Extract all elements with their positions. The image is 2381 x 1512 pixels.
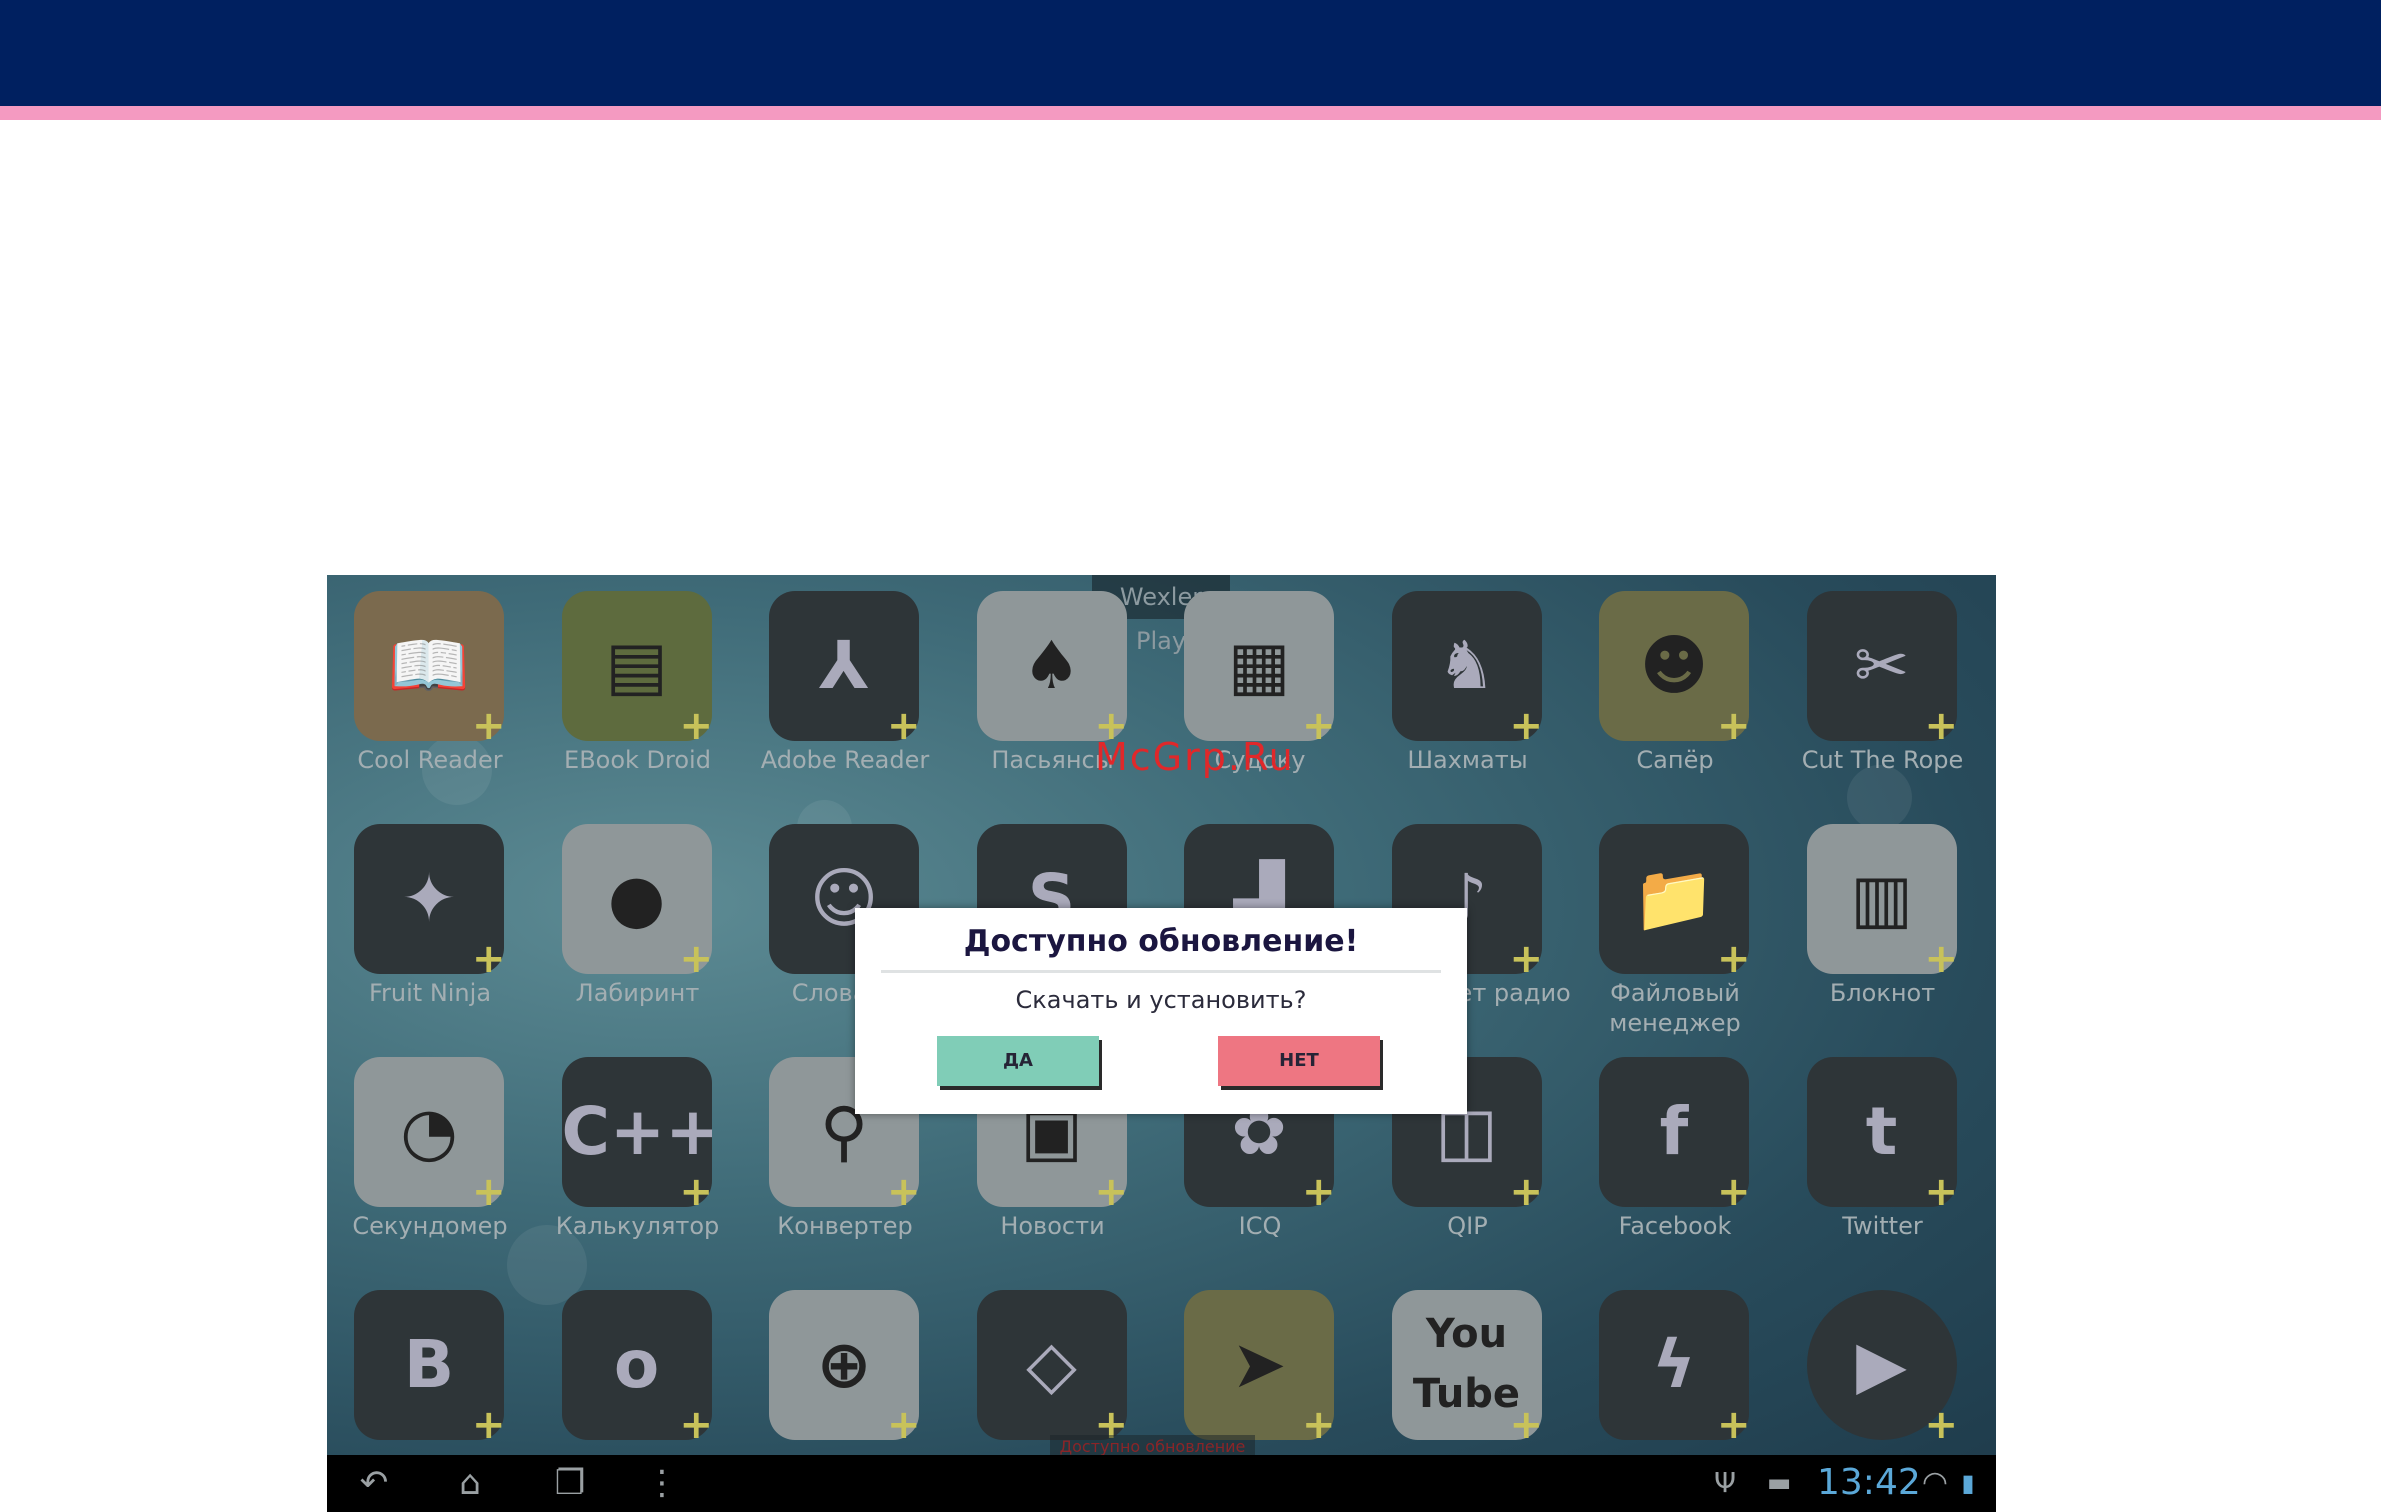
update-dialog: Доступно обновление! Скачать и установит… [855, 908, 1467, 1114]
add-shortcut-icon: + [1509, 703, 1544, 749]
add-shortcut-icon: + [1717, 936, 1751, 982]
add-shortcut-icon: + [1717, 1402, 1751, 1448]
watermark: McGrp.Ru [1095, 735, 1295, 779]
add-shortcut-icon: + [1302, 1169, 1336, 1215]
add-shortcut-icon: + [1509, 1169, 1544, 1215]
app-ebook[interactable]: ▤ + EBook Droid [510, 575, 714, 774]
tablet-screen: Wexler Play 📖 + Cool Reader ▤ + EBook Droid ⅄ +… [327, 575, 1996, 1512]
app-browser[interactable]: ⊕ + [717, 1266, 921, 1456]
dialog-title: Доступно обновление! [963, 924, 1359, 959]
app-notepad[interactable]: ▥ + Блокнот [1755, 800, 1959, 1007]
add-shortcut-icon: + [1094, 1169, 1129, 1215]
app-chess[interactable]: ♞ + Шахматы [1340, 575, 1544, 774]
add-shortcut-icon: + [1717, 1169, 1751, 1215]
app-maps[interactable]: ◇ + [925, 1266, 1128, 1456]
menu-icon[interactable]: ⋮ [645, 1463, 679, 1503]
app-adobe-reader[interactable]: ⅄ + Adobe Reader [717, 575, 929, 774]
app-facebook[interactable]: f + Facebook [1547, 1033, 1751, 1240]
app-winamp[interactable]: ϟ + [1547, 1266, 1751, 1456]
app-book[interactable]: 📖 + Cool Reader [327, 575, 506, 774]
app-vkontakte[interactable]: B + [327, 1266, 506, 1456]
wifi-icon: ◠ [1921, 1465, 1949, 1500]
header-accent-stripe [0, 106, 2381, 120]
app-sudoku[interactable]: ▦ + Судоку [1132, 575, 1336, 774]
header-band [0, 0, 2381, 106]
app-fruit-ninja[interactable]: ✦ + Fruit Ninja [327, 800, 506, 1007]
add-shortcut-icon: + [887, 1402, 921, 1448]
add-shortcut-icon: + [1924, 703, 1959, 749]
add-shortcut-icon: + [472, 936, 506, 982]
add-shortcut-icon: + [1509, 936, 1544, 982]
app-video-player[interactable]: ▶ + [1755, 1266, 1959, 1456]
home-icon[interactable]: ⌂ [445, 1463, 495, 1503]
dialog-divider [881, 970, 1441, 973]
app-stopwatch[interactable]: ◔ + Секундомер [327, 1033, 508, 1240]
app-cut-the-rope[interactable]: ✂ + Cut The Rope [1755, 575, 1963, 774]
add-shortcut-icon: + [1509, 1402, 1544, 1448]
add-shortcut-icon: + [472, 1169, 506, 1215]
add-shortcut-icon: + [1302, 703, 1336, 749]
app-file-manager[interactable]: 📁 + Файловый менеджер [1547, 800, 1751, 1037]
app-odnoklassniki[interactable]: ᴏ + [510, 1266, 714, 1456]
app-labyrinth[interactable]: ● + Лабиринт [510, 800, 714, 1007]
add-shortcut-icon: + [1924, 1169, 1959, 1215]
app-cards[interactable]: ♠ + Пасьянсы [925, 575, 1128, 774]
yes-button[interactable]: ДА [937, 1036, 1099, 1086]
add-shortcut-icon: + [679, 703, 714, 749]
dialog-message: Скачать и установить? [1015, 986, 1307, 1014]
usb-icon: Ψ [1713, 1466, 1737, 1499]
add-shortcut-icon: + [1924, 936, 1959, 982]
back-icon[interactable]: ↶ [349, 1463, 399, 1503]
app-label: Блокнот [1829, 979, 1936, 1007]
app-label: Twitter [1842, 1212, 1923, 1240]
recent-apps-icon[interactable]: ❐ [545, 1463, 595, 1503]
battery-icon: ▮ [1961, 1469, 1975, 1497]
no-button[interactable]: НЕТ [1218, 1036, 1380, 1086]
system-navbar: ↶ ⌂ ❐ ⋮ Ψ ▬ 13:42 ◠ ▮ [327, 1455, 1996, 1512]
add-shortcut-icon: + [1717, 703, 1751, 749]
android-debug-icon: ▬ [1766, 1468, 1792, 1498]
app-minesweeper[interactable]: ☻ + Сапёр [1547, 575, 1751, 774]
status-clock: 13:42 [1817, 1462, 1921, 1503]
app-youtube[interactable]: You Tube + [1340, 1266, 1544, 1456]
add-shortcut-icon: + [679, 936, 714, 982]
add-shortcut-icon: + [887, 703, 921, 749]
app-label: Cut The Rope [1801, 746, 1964, 774]
app-twitter[interactable]: t + Twitter [1755, 1033, 1959, 1240]
app-calculator[interactable]: C++ + Калькулятор [510, 1033, 719, 1240]
add-shortcut-icon: + [472, 1402, 506, 1448]
add-shortcut-icon: + [1924, 1402, 1959, 1448]
add-shortcut-icon: + [679, 1402, 714, 1448]
add-shortcut-icon: + [1302, 1402, 1336, 1448]
add-shortcut-icon: + [887, 1169, 921, 1215]
add-shortcut-icon: + [472, 703, 506, 749]
app-navigator[interactable]: ➤ + [1132, 1266, 1336, 1456]
add-shortcut-icon: + [679, 1169, 714, 1215]
